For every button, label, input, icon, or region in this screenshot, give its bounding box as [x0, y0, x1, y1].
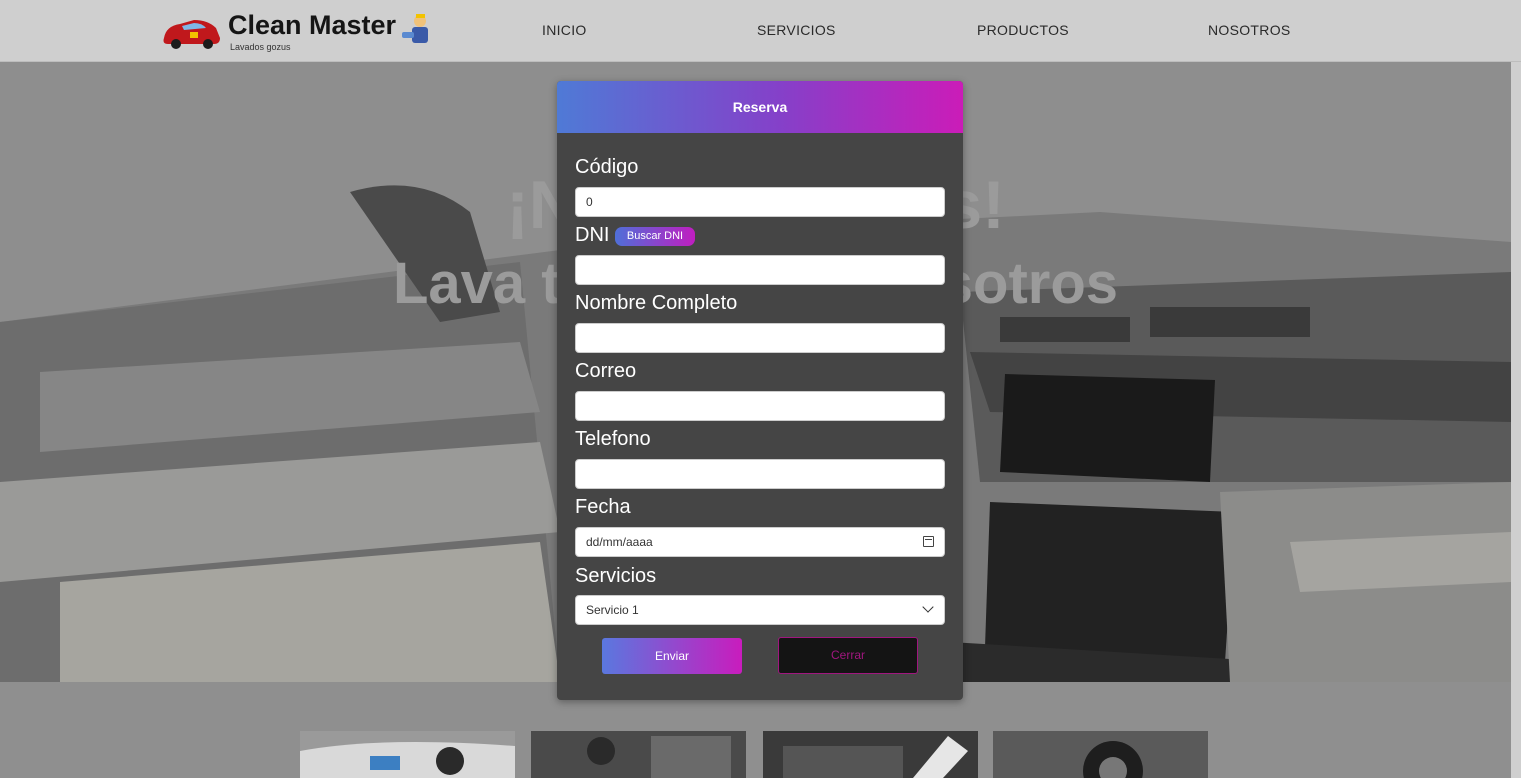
nombre-label: Nombre Completo: [575, 292, 738, 314]
service-thumbnail-3[interactable]: [763, 731, 978, 778]
service-thumbnail-2[interactable]: [531, 731, 746, 778]
chevron-down-icon: [922, 601, 934, 613]
nav-link-nosotros[interactable]: NOSOTROS: [1208, 22, 1291, 38]
nav-link-servicios[interactable]: SERVICIOS: [757, 22, 836, 38]
scrollbar-track[interactable]: [1511, 0, 1521, 778]
brand-logo[interactable]: Clean Master Lavados gozus: [160, 8, 450, 54]
page: ¡Nosotros más! Lava tu auto con nosotros…: [0, 0, 1521, 778]
nav-link-productos[interactable]: PRODUCTOS: [977, 22, 1069, 38]
mascot-icon: [402, 14, 428, 43]
telefono-input[interactable]: [575, 459, 945, 489]
dni-input[interactable]: [575, 255, 945, 285]
brand-name: Clean Master: [228, 10, 397, 40]
modal-header: Reserva: [557, 81, 963, 133]
car-logo-icon: [163, 20, 220, 49]
nav-link-inicio[interactable]: INICIO: [542, 22, 587, 38]
cerrar-button[interactable]: Cerrar: [778, 637, 918, 674]
service-thumbnail-4[interactable]: [993, 731, 1208, 778]
servicios-selected-value: Servicio 1: [586, 603, 639, 617]
buscar-dni-button[interactable]: Buscar DNI: [615, 227, 695, 246]
fecha-input[interactable]: dd/mm/aaaa: [575, 527, 945, 557]
navbar: Clean Master Lavados gozus INICIO SERVIC…: [0, 0, 1521, 62]
codigo-input[interactable]: 0: [575, 187, 945, 217]
modal-title: Reserva: [732, 99, 788, 115]
calendar-icon[interactable]: [923, 536, 934, 547]
servicios-select[interactable]: Servicio 1: [575, 595, 945, 625]
enviar-button[interactable]: Enviar: [602, 638, 742, 674]
service-thumbnail-1[interactable]: [300, 731, 515, 778]
dni-label: DNI: [575, 224, 610, 246]
fecha-placeholder: dd/mm/aaaa: [586, 535, 653, 549]
servicios-label: Servicios: [575, 565, 657, 587]
correo-label: Correo: [575, 360, 637, 382]
codigo-label: Código: [575, 156, 639, 178]
reservation-modal: Reserva Código 0 DNI Buscar DNI Nombre C…: [557, 81, 963, 700]
correo-input[interactable]: [575, 391, 945, 421]
telefono-label: Telefono: [575, 428, 651, 450]
brand-tagline: Lavados gozus: [230, 42, 291, 52]
fecha-label: Fecha: [575, 496, 631, 518]
nombre-input[interactable]: [575, 323, 945, 353]
